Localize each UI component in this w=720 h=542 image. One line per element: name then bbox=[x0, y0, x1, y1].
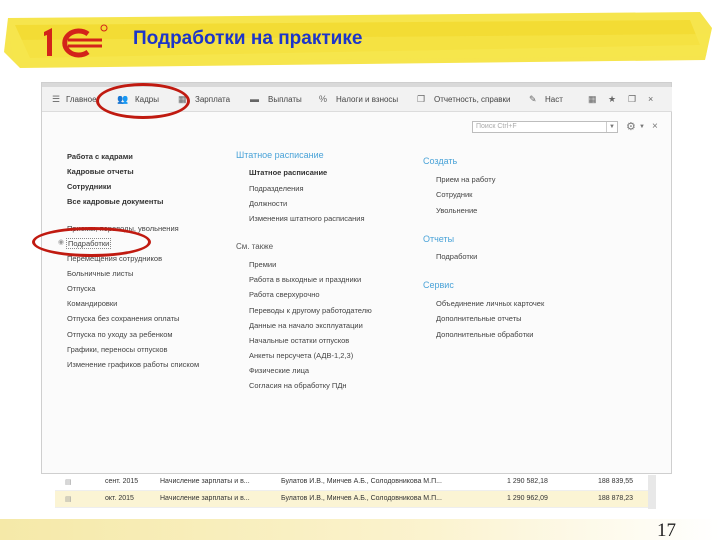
link-overtime[interactable]: Работа сверхурочно bbox=[249, 290, 320, 299]
link-bonuses[interactable]: Премии bbox=[249, 260, 276, 269]
chevron-down-icon[interactable]: ▼ bbox=[639, 124, 645, 130]
percent-icon: % bbox=[319, 94, 328, 104]
money-icon: ▬ bbox=[250, 94, 259, 104]
table-row[interactable]: ▤ окт. 2015 Начисление зарплаты и в... Б… bbox=[55, 491, 655, 508]
section-create: Создать bbox=[423, 156, 458, 166]
gear-icon[interactable]: ⚙ bbox=[626, 120, 636, 133]
annotation-circle-staff-tab bbox=[96, 83, 190, 119]
row-sum: 1 290 962,09 bbox=[507, 495, 548, 502]
report-icon: ❐ bbox=[417, 94, 426, 104]
link-create-employee[interactable]: Сотрудник bbox=[436, 190, 472, 199]
tab-taxes[interactable]: Налоги и взносы bbox=[336, 95, 398, 104]
row-tax: 188 839,55 bbox=[598, 478, 634, 485]
link-initial-data[interactable]: Данные на начало эксплуатации bbox=[249, 321, 363, 330]
link-vacations[interactable]: Отпуска bbox=[67, 284, 95, 293]
row-employees: Булатов И.В., Минчев А.Б., Солодовникова… bbox=[281, 495, 442, 502]
link-hr-work[interactable]: Работа с кадрами bbox=[67, 152, 133, 161]
search-placeholder: Поиск Ctrl+F bbox=[476, 123, 517, 130]
link-staffing-table[interactable]: Штатное расписание bbox=[249, 168, 327, 177]
link-vacation-schedules[interactable]: Графики, переносы отпусков bbox=[67, 345, 168, 354]
link-positions[interactable]: Должности bbox=[249, 199, 287, 208]
scrollbar[interactable] bbox=[648, 475, 656, 509]
grid-icon[interactable]: ▦ bbox=[588, 94, 597, 105]
section-see-also: См. также bbox=[236, 242, 274, 251]
tab-salary[interactable]: Зарплата bbox=[195, 95, 230, 104]
row-month: окт. 2015 bbox=[105, 495, 134, 502]
link-all-hr-docs[interactable]: Все кадровые документы bbox=[67, 197, 163, 206]
link-vacation-balances[interactable]: Начальные остатки отпусков bbox=[249, 336, 349, 345]
row-month: сент. 2015 bbox=[105, 478, 139, 485]
link-staffing-changes[interactable]: Изменения штатного расписания bbox=[249, 214, 365, 223]
footer-highlight bbox=[0, 519, 720, 540]
link-employees[interactable]: Сотрудники bbox=[67, 182, 111, 191]
wrench-icon: ✎ bbox=[529, 94, 537, 104]
annotation-circle-part-time bbox=[32, 227, 151, 257]
table-row[interactable]: ▤ сент. 2015 Начисление зарплаты и в... … bbox=[55, 474, 655, 491]
section-service: Сервис bbox=[423, 280, 454, 290]
link-employer-transfers[interactable]: Переводы к другому работодателю bbox=[249, 306, 372, 315]
link-schedule-changes[interactable]: Изменение графиков работы списком bbox=[67, 360, 199, 369]
row-document: Начисление зарплаты и в... bbox=[160, 478, 250, 485]
search-input[interactable]: Поиск Ctrl+F ▼ bbox=[472, 121, 618, 133]
link-hr-reports[interactable]: Кадровые отчеты bbox=[67, 167, 134, 176]
link-extra-processing[interactable]: Дополнительные обработки bbox=[436, 330, 533, 339]
section-reports: Отчеты bbox=[423, 234, 455, 244]
link-create-hiring[interactable]: Прием на работу bbox=[436, 175, 495, 184]
page-number: 17 bbox=[657, 520, 676, 541]
link-report-part-time[interactable]: Подработки bbox=[436, 252, 477, 261]
tab-reports[interactable]: Отчетность, справки bbox=[434, 95, 511, 104]
link-create-dismissal[interactable]: Увольнение bbox=[436, 206, 477, 215]
link-extra-reports[interactable]: Дополнительные отчеты bbox=[436, 314, 522, 323]
link-business-trips[interactable]: Командировки bbox=[67, 299, 117, 308]
menu-icon[interactable]: ☰ bbox=[52, 94, 60, 105]
link-childcare-leave[interactable]: Отпуска по уходу за ребенком bbox=[67, 330, 173, 339]
link-merge-cards[interactable]: Объединение личных карточек bbox=[436, 299, 544, 308]
tab-main[interactable]: Главное bbox=[66, 95, 97, 104]
tab-payments[interactable]: Выплаты bbox=[268, 95, 302, 104]
slide-title: Подработки на практике bbox=[133, 28, 363, 49]
close-icon[interactable]: × bbox=[648, 94, 653, 104]
row-employees: Булатов И.В., Минчев А.Б., Солодовникова… bbox=[281, 478, 442, 485]
document-icon: ▤ bbox=[65, 479, 72, 486]
link-departments[interactable]: Подразделения bbox=[249, 184, 304, 193]
link-pd-consents[interactable]: Согласия на обработку ПДн bbox=[249, 381, 347, 390]
link-sick-leaves[interactable]: Больничные листы bbox=[67, 269, 133, 278]
row-tax: 188 878,23 bbox=[598, 495, 634, 502]
star-icon[interactable]: ★ bbox=[608, 94, 616, 105]
section-staffing: Штатное расписание bbox=[236, 150, 324, 160]
link-adv-forms[interactable]: Анкеты персучета (АДВ-1,2,3) bbox=[249, 351, 353, 360]
document-icon: ▤ bbox=[65, 496, 72, 503]
tab-settings[interactable]: Наст bbox=[545, 95, 563, 104]
close-panel-icon[interactable]: × bbox=[652, 121, 658, 132]
row-document: Начисление зарплаты и в... bbox=[160, 495, 250, 502]
1c-logo bbox=[44, 24, 108, 58]
chevron-down-icon[interactable]: ▼ bbox=[606, 122, 617, 132]
link-unpaid-leave[interactable]: Отпуска без сохранения оплаты bbox=[67, 314, 179, 323]
restore-icon[interactable]: ❐ bbox=[628, 94, 636, 105]
link-individuals[interactable]: Физические лица bbox=[249, 366, 309, 375]
link-holiday-work[interactable]: Работа в выходные и праздники bbox=[249, 275, 361, 284]
row-sum: 1 290 582,18 bbox=[507, 478, 548, 485]
